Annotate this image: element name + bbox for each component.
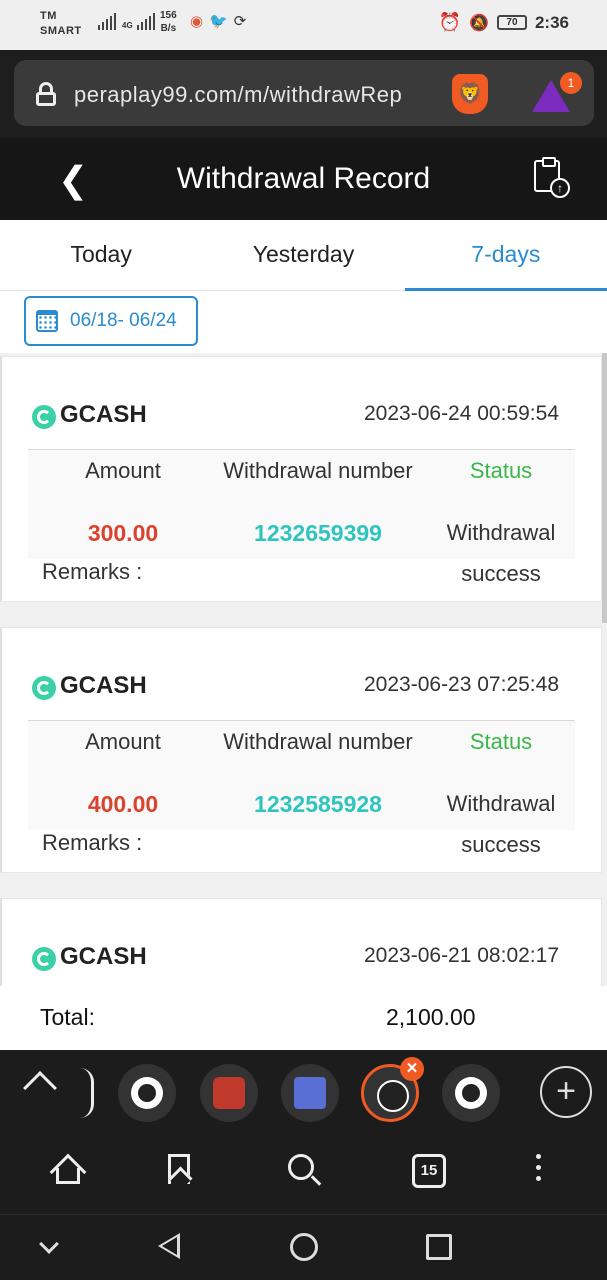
app-header: ❮ Withdrawal Record ↑ [0,138,607,220]
battery-icon: 70 [496,15,527,30]
record-header: GCASH 2023-06-21 08:02:17 [32,941,575,977]
partial-tab-thumbnail[interactable] [80,1068,94,1118]
record-datetime: 2023-06-23 07:25:48 [364,673,559,696]
browser-address-area: peraplay99.com/m/withdrawRep 🦁 1 [0,50,607,138]
gcash-icon [32,676,56,700]
withdrawal-record-list[interactable]: GCASH 2023-06-24 00:59:54 Amount Withdra… [0,353,607,986]
chevron-up-icon[interactable] [23,1071,57,1105]
sync-icon: ⟳ [233,13,247,30]
tab-today[interactable]: Today [0,220,202,290]
more-menu-icon[interactable] [536,1154,542,1184]
globe-icon [138,1084,156,1102]
carrier-name: TM SMART [40,9,82,39]
status-header: Status [469,729,533,754]
amount-value: 300.00 [87,520,159,546]
tab-yesterday[interactable]: Yesterday [202,220,404,290]
amount-value: 400.00 [87,791,159,817]
status-bar: TM SMART 4G 156 B/s ◉ 🐦 ⟳ ⏰ 🔕 70 2:36 [0,0,607,50]
clock: 2:36 [534,12,569,32]
total-value: 2,100.00 [386,1004,476,1030]
twitter-icon: 🐦 [209,13,228,30]
status-line1: Withdrawal [446,791,556,816]
status-line1: Withdrawal [446,520,556,545]
withdrawal-number-header: Withdrawal number [223,458,413,483]
tab-thumbnail-globe[interactable] [442,1064,500,1122]
date-range-label: 06/18- 06/24 [70,310,177,331]
home-icon[interactable] [49,1153,87,1191]
signal-4g-label: 4G [122,21,133,30]
total-bar: Total: 2,100.00 [0,986,607,1050]
hide-keyboard-icon[interactable] [39,1234,59,1254]
net-speed: 156 B/s [160,9,177,35]
close-tab-icon[interactable]: ✕ [400,1057,424,1081]
nav-back-icon[interactable] [158,1233,180,1259]
calendar-icon [36,310,58,332]
alarm-icon: ⏰ [438,12,462,32]
withdrawal-number-header: Withdrawal number [223,729,413,754]
url-text[interactable]: peraplay99.com/m/withdrawRep [74,82,402,108]
tab-7-days[interactable]: 7-days [404,220,607,291]
rewards-badge: 1 [560,72,582,94]
payment-method: GCASH [60,401,147,428]
record-details: Amount Withdrawal number Status 400.00 1… [28,720,575,857]
gcash-icon [32,405,56,429]
withdrawal-number-value: 1232585928 [254,791,382,817]
tab-thumbnail-globe[interactable] [118,1064,176,1122]
signal-4g-icon: 4G [122,12,155,30]
browser-toolbar: 15 [0,1138,607,1214]
carrier-line1: TM [40,10,57,22]
amount-header: Amount [85,729,161,754]
record-card: GCASH 2023-06-24 00:59:54 Amount Withdra… [0,356,602,602]
lock-icon[interactable] [36,82,56,106]
carrier-line2: SMART [40,25,82,37]
globe-icon [462,1084,480,1102]
upload-arrow-icon: ↑ [550,178,570,198]
brave-shields-icon[interactable]: 🦁 [452,74,488,114]
record-icon: ◉ [190,13,204,30]
tab-thumbnail-shield[interactable] [281,1064,339,1122]
search-icon[interactable] [288,1154,322,1188]
notification-icons: ◉ 🐦 ⟳ [190,12,246,30]
mute-icon: 🔕 [469,14,489,32]
record-card: GCASH 2023-06-21 08:02:17 [0,898,602,986]
net-speed-value: 156 [160,10,177,21]
record-datetime: 2023-06-24 00:59:54 [364,402,559,425]
tab-thumbnail-site[interactable] [200,1064,258,1122]
total-label: Total: [40,1004,95,1030]
address-bar[interactable]: peraplay99.com/m/withdrawRep 🦁 1 [14,60,594,126]
payment-method: GCASH [60,672,147,699]
record-details: Amount Withdrawal number Status 300.00 1… [28,449,575,586]
withdrawal-number-value: 1232659399 [254,520,382,546]
scrollbar[interactable] [602,353,607,623]
status-right: ⏰ 🔕 70 2:36 [439,12,569,33]
signal-icon [98,12,116,30]
remarks-label: Remarks : [42,830,143,855]
record-datetime: 2023-06-21 08:02:17 [364,944,559,967]
status-header: Status [469,458,533,483]
bookmark-icon[interactable] [168,1154,190,1184]
date-filter-bar: 06/18- 06/24 [0,291,607,353]
payment-method: GCASH [60,943,147,970]
gcash-icon [32,947,56,971]
browser-tab-strip: ✕ + [0,1050,607,1138]
record-header: GCASH 2023-06-24 00:59:54 [32,399,575,435]
tab-count-button[interactable]: 15 [412,1154,446,1188]
status-value: Withdrawal success [428,512,574,594]
new-tab-button[interactable]: + [540,1066,592,1118]
amount-header: Amount [85,458,161,483]
record-header: GCASH 2023-06-23 07:25:48 [32,670,575,706]
period-tabs: Today Yesterday 7-days [0,220,607,291]
tab-thumbnail-active[interactable]: ✕ [361,1057,424,1122]
record-card: GCASH 2023-06-23 07:25:48 Amount Withdra… [0,627,602,873]
status-line2: success [461,832,541,857]
system-nav-bar [0,1214,607,1280]
remarks-label: Remarks : [42,559,143,584]
status-value: Withdrawal success [428,783,574,865]
status-line2: success [461,561,541,586]
date-range-button[interactable]: 06/18- 06/24 [24,296,198,346]
nav-home-icon[interactable] [290,1233,318,1261]
nav-recents-icon[interactable] [426,1234,452,1260]
page-title: Withdrawal Record [176,162,431,195]
net-speed-unit: B/s [160,23,177,34]
